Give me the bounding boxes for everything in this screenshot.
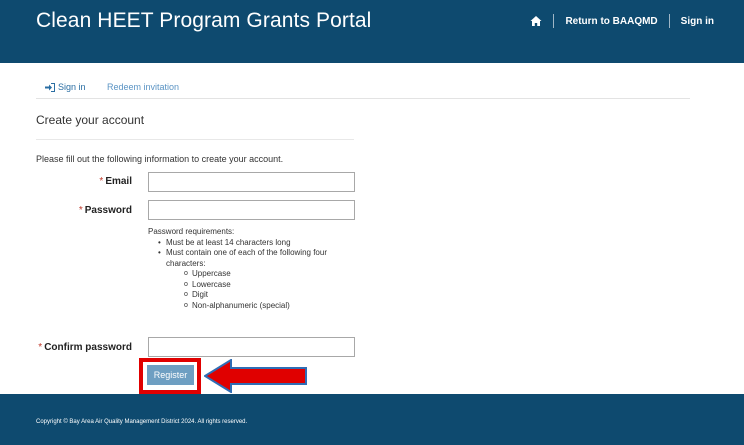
email-label: * Email	[80, 176, 132, 187]
header-sign-in-link[interactable]: Sign in	[681, 16, 714, 27]
password-label: * Password	[60, 205, 132, 216]
site-footer: Copyright © Bay Area Air Quality Managem…	[0, 394, 744, 445]
character-type-item: Digit	[184, 290, 358, 301]
email-label-text: Email	[105, 176, 132, 187]
requirement-item: Must contain one of each of the followin…	[158, 248, 358, 311]
top-nav: Return to BAAQMD Sign in	[530, 14, 714, 28]
required-marker: *	[78, 205, 83, 216]
character-types-list: Uppercase Lowercase Digit Non-alphanumer…	[184, 269, 358, 311]
required-marker: *	[99, 176, 104, 187]
home-icon[interactable]	[530, 15, 542, 27]
requirement-item-text: Must contain one of each of the followin…	[166, 248, 327, 268]
password-field[interactable]	[148, 200, 355, 220]
account-tabs: Sign in Redeem invitation	[36, 82, 690, 99]
character-type-item: Lowercase	[184, 280, 358, 291]
requirements-heading: Password requirements:	[148, 227, 235, 236]
copyright-text: Copyright © Bay Area Air Quality Managem…	[36, 419, 248, 425]
requirements-list: Must be at least 14 characters long Must…	[158, 238, 358, 312]
required-marker: *	[38, 342, 43, 353]
password-label-text: Password	[84, 205, 132, 216]
character-type-item: Non-alphanumeric (special)	[184, 301, 358, 312]
nav-divider	[553, 14, 555, 28]
character-type-item: Uppercase	[184, 269, 358, 280]
tab-sign-in[interactable]: Sign in	[45, 82, 86, 92]
form-intro: Please fill out the following informatio…	[36, 154, 284, 164]
confirm-password-label-text: Confirm password	[44, 342, 132, 353]
section-title: Create your account	[36, 113, 145, 127]
password-requirements: Password requirements: Must be at least …	[148, 227, 358, 311]
register-button[interactable]: Register	[147, 365, 194, 385]
tab-redeem-invitation[interactable]: Redeem invitation	[107, 82, 179, 92]
return-to-baaqmd-link[interactable]: Return to BAAQMD	[565, 16, 657, 27]
sign-in-icon	[45, 82, 55, 92]
pointer-arrow	[204, 359, 307, 393]
site-header: Clean HEET Program Grants Portal Return …	[0, 0, 744, 63]
nav-divider	[668, 14, 670, 28]
tab-sign-in-label: Sign in	[58, 82, 86, 92]
confirm-password-field[interactable]	[148, 337, 355, 357]
requirement-item: Must be at least 14 characters long	[158, 238, 358, 249]
email-field[interactable]	[148, 172, 355, 192]
site-title: Clean HEET Program Grants Portal	[36, 9, 372, 32]
confirm-password-label: * Confirm password	[22, 342, 132, 353]
section-divider	[36, 139, 354, 140]
